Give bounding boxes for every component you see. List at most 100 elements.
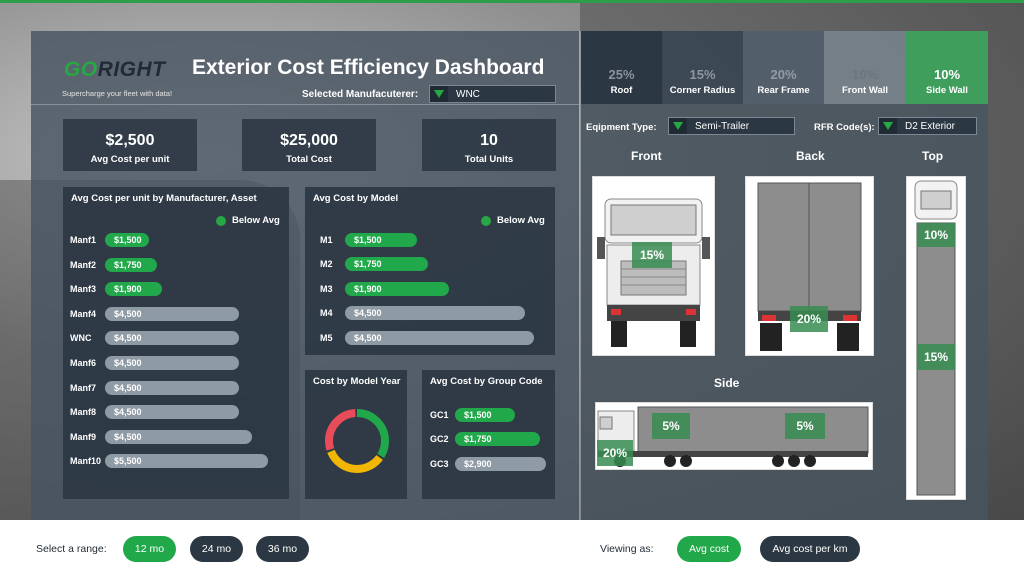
tab-label: Roof: [610, 85, 633, 96]
side-rear-damage-badge[interactable]: 5%: [785, 413, 825, 439]
tab-percent: 10%: [933, 67, 961, 82]
bar[interactable]: $1,750: [345, 257, 428, 272]
page-title: Exterior Cost Efficiency Dashboard: [192, 56, 545, 79]
row-label: GC1: [430, 410, 449, 420]
chart-title: Avg Cost by Model: [313, 193, 399, 204]
chart-legend: Below Avg: [481, 215, 545, 226]
bar[interactable]: $5,500: [105, 454, 268, 469]
bar[interactable]: $4,500: [105, 306, 239, 321]
row-label: GC3: [430, 458, 449, 469]
range-36mo-button[interactable]: 36 mo: [256, 536, 309, 562]
legend-dot-icon: [481, 215, 491, 226]
tab-side-wall[interactable]: 10% Side Wall: [906, 31, 988, 104]
manufacturer-value: WNC: [456, 88, 480, 100]
view-label-side: Side: [714, 376, 740, 390]
row-label: M3: [320, 283, 333, 294]
tab-label: Side Wall: [926, 85, 968, 96]
bar[interactable]: $2,900: [455, 456, 546, 471]
legend-label: Below Avg: [232, 215, 280, 226]
row-label: Manf1: [70, 235, 97, 245]
brand-go: GO: [64, 58, 98, 81]
brand-right: RIGHT: [97, 58, 166, 81]
manufacturer-label: Selected Manufacuterer:: [302, 89, 419, 100]
bar[interactable]: $4,500: [105, 405, 239, 420]
donut-chart: [325, 409, 389, 473]
brand-logo: GORIGHT: [64, 58, 166, 82]
bar[interactable]: $4,500: [105, 331, 239, 346]
bar[interactable]: $4,500: [345, 306, 525, 321]
bar[interactable]: $1,900: [105, 282, 162, 297]
kpi-label: Total Cost: [286, 154, 332, 165]
row-label: Manf4: [70, 308, 97, 319]
view-avg-cost-button[interactable]: Avg cost: [677, 536, 741, 562]
year-chart-card: Cost by Model Year: [305, 370, 407, 499]
panel-divider: [579, 31, 581, 520]
back-damage-badge[interactable]: 20%: [790, 306, 828, 332]
brand-tagline: Supercharge your fleet with data!: [62, 89, 173, 98]
top-front-damage-badge[interactable]: 10%: [917, 223, 955, 247]
bar[interactable]: $4,500: [105, 429, 252, 444]
chart-title: Cost by Model Year: [313, 376, 401, 387]
tab-label: Rear Frame: [757, 85, 810, 96]
row-label: Manf6: [70, 358, 97, 368]
viewing-label: Viewing as:: [600, 543, 654, 555]
bar[interactable]: $4,500: [105, 380, 239, 395]
tab-percent: 25%: [608, 67, 635, 82]
view-label-back: Back: [796, 149, 825, 163]
row-label: Manf10: [70, 456, 102, 467]
chart-title: Avg Cost per unit by Manufacturer, Asset: [71, 193, 257, 204]
truck-side-view[interactable]: [595, 402, 873, 470]
bar[interactable]: $1,500: [455, 408, 515, 422]
chevron-down-icon: [430, 86, 448, 102]
manufacturer-dropdown[interactable]: WNC: [429, 85, 556, 103]
tab-roof[interactable]: 25% Roof: [581, 31, 662, 104]
kpi-avg-cost: $2,500 Avg Cost per unit: [63, 119, 197, 171]
row-label: GC2: [430, 434, 449, 445]
view-label-front: Front: [631, 149, 662, 163]
row-label: M5: [320, 332, 333, 343]
view-avg-cost-km-button[interactable]: Avg cost per km: [760, 536, 860, 562]
row-label: M4: [320, 308, 333, 319]
tab-rear-frame[interactable]: 20% Rear Frame: [743, 31, 824, 104]
top-body-damage-badge[interactable]: 15%: [917, 344, 955, 370]
bar[interactable]: $1,500: [105, 233, 149, 247]
bar[interactable]: $1,900: [345, 281, 449, 296]
range-12mo-button[interactable]: 12 mo: [123, 536, 176, 562]
bar[interactable]: $4,500: [345, 330, 534, 345]
range-24mo-button[interactable]: 24 mo: [190, 536, 243, 562]
tab-label: Front Wall: [841, 85, 889, 96]
row-label: Manf3: [70, 284, 97, 295]
row-label: WNC: [70, 333, 92, 344]
equipment-dropdown[interactable]: Semi-Trailer: [668, 117, 795, 135]
row-label: Manf9: [70, 431, 97, 442]
bar[interactable]: $1,500: [345, 233, 417, 247]
tab-corner-radius[interactable]: 15% Corner Radius: [662, 31, 743, 104]
equipment-value: Semi-Trailer: [695, 120, 750, 132]
legend-dot-icon: [216, 215, 226, 226]
bar[interactable]: $1,750: [455, 432, 540, 447]
equipment-label: Eqipment Type:: [586, 122, 657, 133]
row-label: Manf8: [70, 407, 97, 418]
truck-side-icon: [597, 406, 869, 467]
manufacturer-chart-card: Avg Cost per unit by Manufacturer, Asset…: [63, 187, 289, 499]
bar[interactable]: $1,750: [105, 257, 157, 272]
chevron-down-icon: [879, 118, 897, 134]
tab-percent: 10%: [851, 67, 879, 82]
range-label: Select a range:: [36, 543, 107, 555]
front-damage-badge[interactable]: 15%: [632, 242, 672, 268]
row-label: M2: [320, 259, 333, 270]
tab-label: Corner Radius: [669, 85, 736, 96]
rfr-dropdown[interactable]: D2 Exterior: [878, 117, 977, 135]
kpi-label: Total Units: [464, 154, 514, 165]
header-divider: [31, 104, 579, 105]
side-front-damage-badge[interactable]: 5%: [652, 413, 690, 439]
bar[interactable]: $4,500: [105, 356, 239, 370]
kpi-label: Avg Cost per unit: [90, 154, 170, 165]
kpi-value: $25,000: [280, 132, 338, 149]
tab-percent: 20%: [770, 67, 797, 82]
chevron-down-icon: [669, 118, 687, 134]
tab-front-wall[interactable]: 10% Front Wall: [824, 31, 906, 104]
model-chart-card: Avg Cost by Model Below Avg M1 $1,500 M2 $1…: [305, 187, 555, 355]
row-label: Manf2: [70, 259, 97, 270]
side-cab-damage-badge[interactable]: 20%: [597, 440, 633, 466]
